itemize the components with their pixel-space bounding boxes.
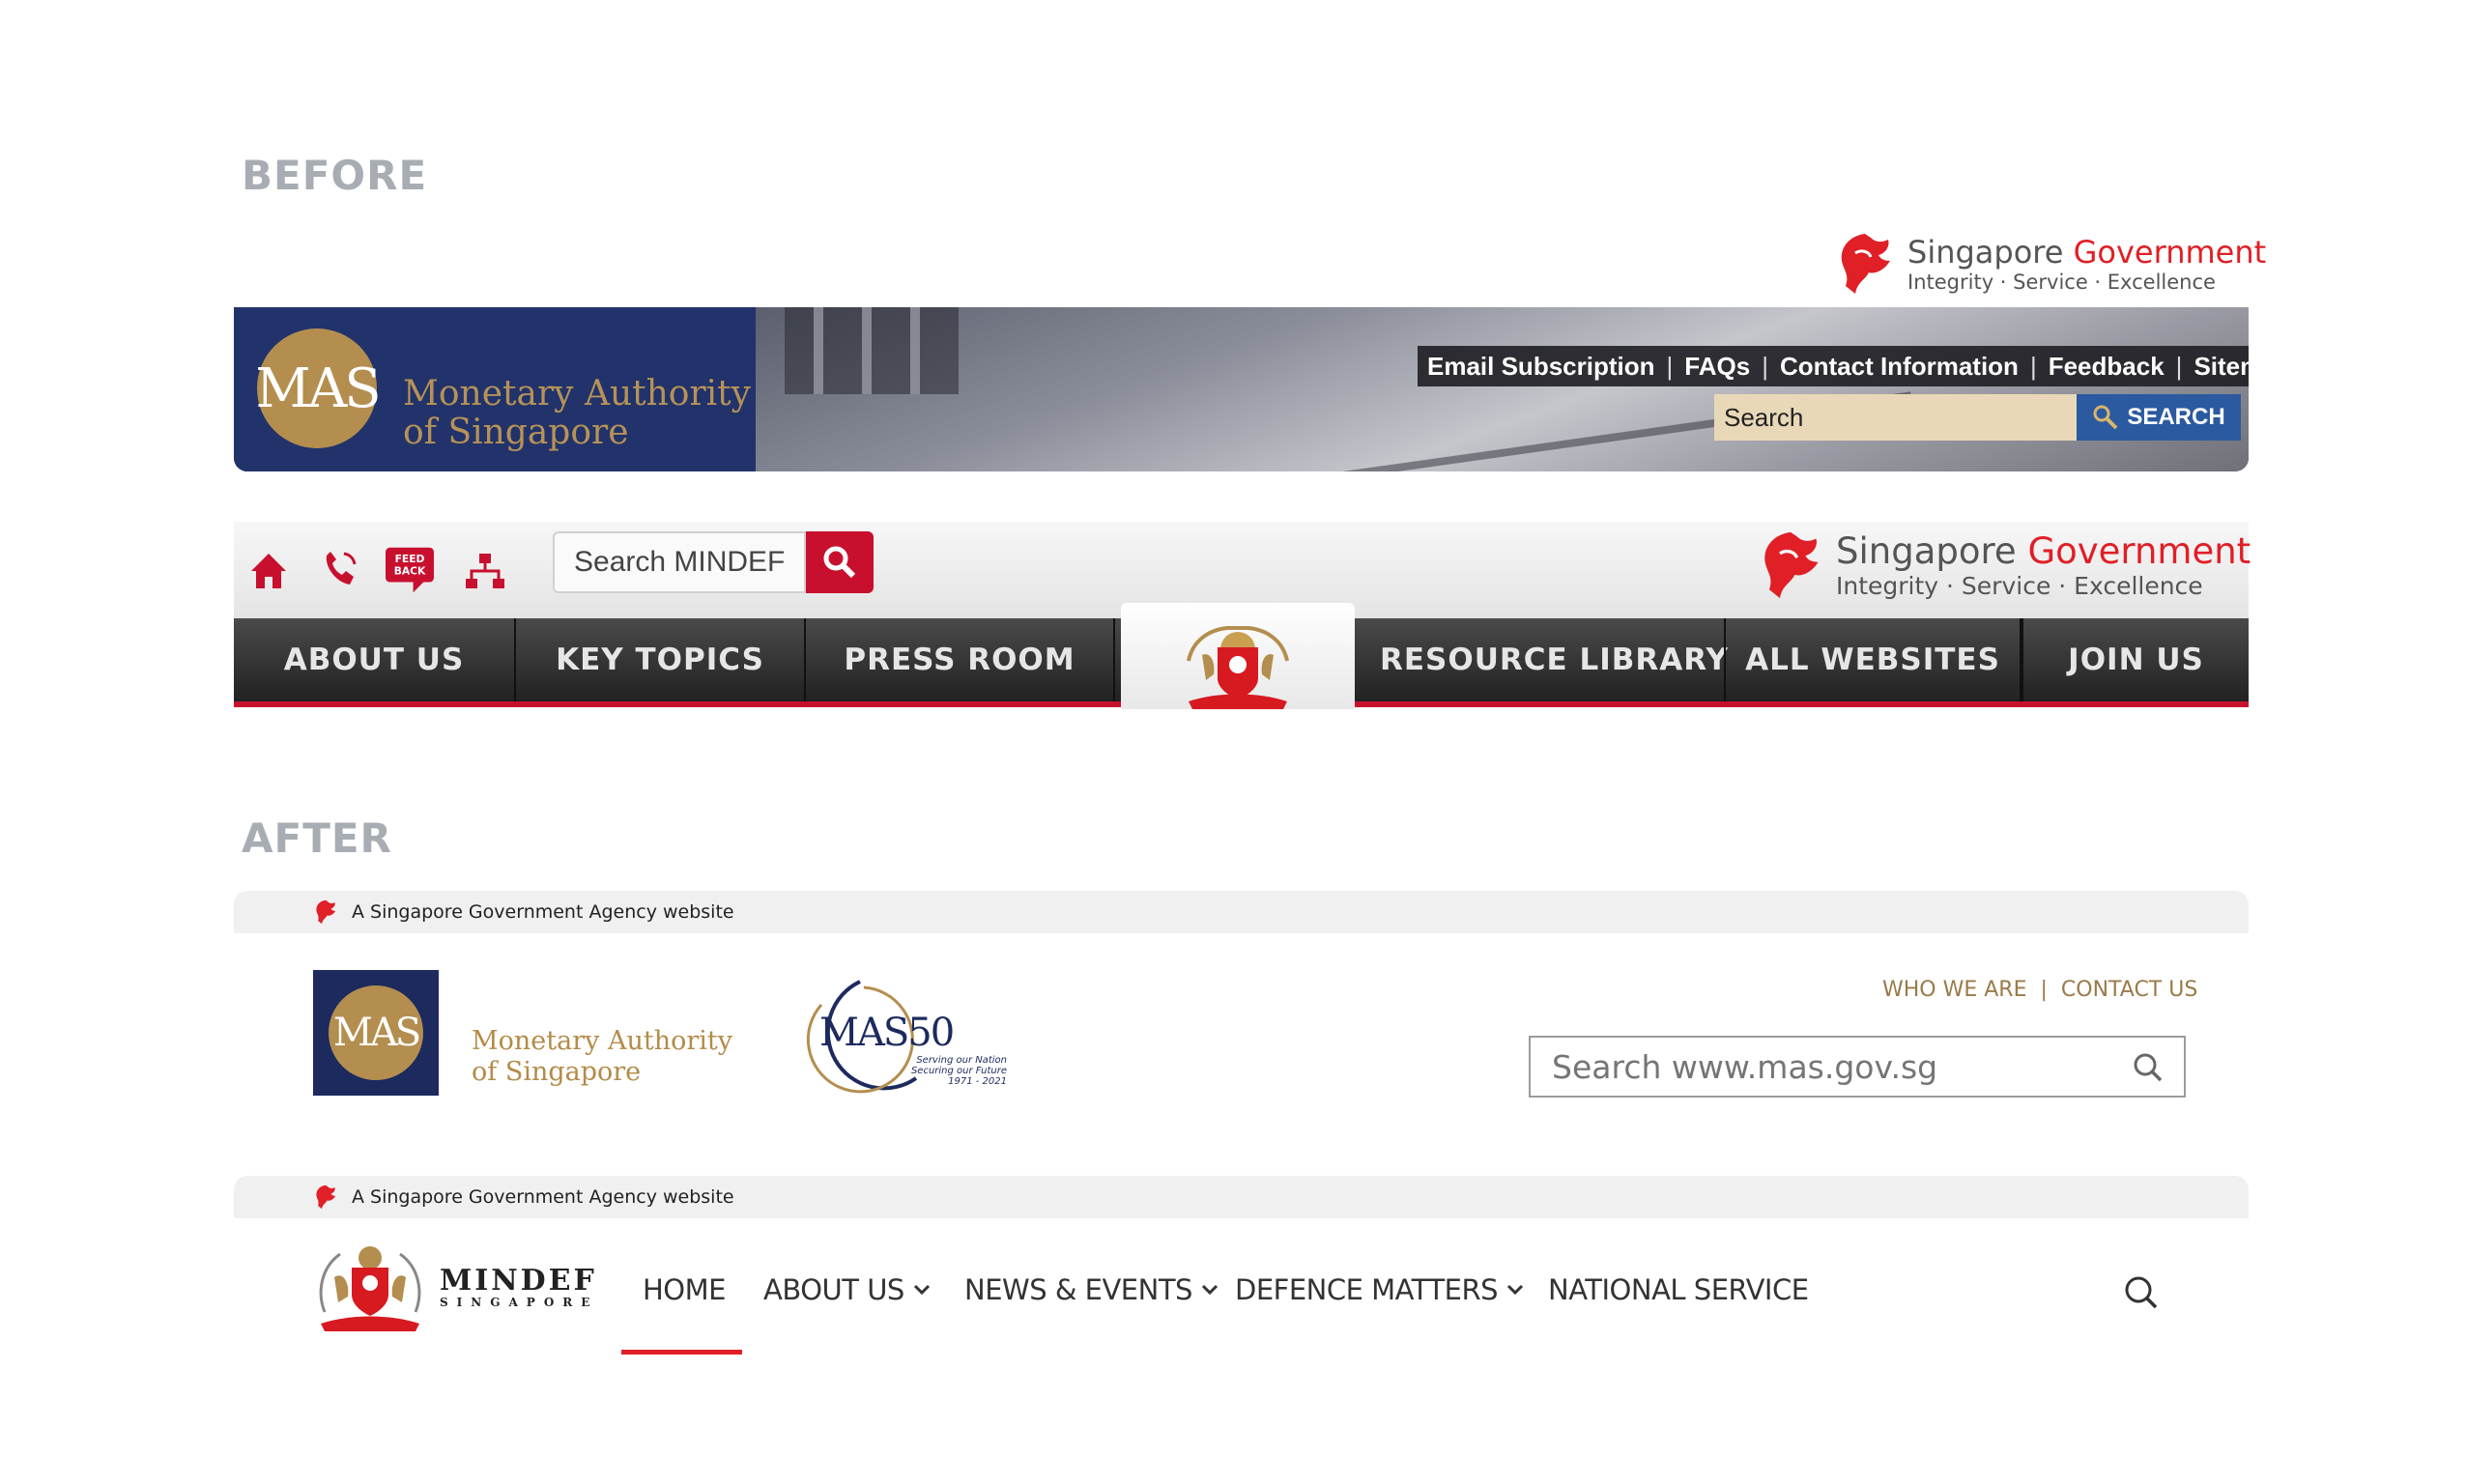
chevron-down-icon	[1201, 1284, 1219, 1296]
svg-text:BACK: BACK	[394, 564, 426, 577]
sitemap-icon[interactable]	[462, 546, 508, 594]
merlion-lion-icon	[316, 899, 336, 925]
nav-key-topics[interactable]: KEY TOPICS	[516, 618, 806, 701]
masthead-text: A Singapore Government Agency website	[352, 1186, 734, 1208]
nav-press-room[interactable]: PRESS ROOM	[806, 618, 1115, 701]
gov-masthead: A Singapore Government Agency website	[234, 891, 2249, 933]
search-icon[interactable]	[2122, 1273, 2161, 1312]
feedback-icon[interactable]: FEED BACK	[381, 546, 439, 594]
search-icon	[2093, 405, 2118, 430]
mas50-line1: Serving our Nation	[916, 1055, 1007, 1066]
mas50-anniversary-logo: MAS50 Serving our Nation Securing our Fu…	[792, 974, 1015, 1099]
phone-icon[interactable]	[319, 546, 361, 594]
masthead-text: A Singapore Government Agency website	[352, 901, 734, 923]
nav-national-service[interactable]: NATIONAL SERVICE	[1548, 1273, 1809, 1306]
nav-join-us[interactable]: JOIN US	[2022, 618, 2249, 701]
nav-about-us[interactable]: ABOUT US	[763, 1273, 932, 1306]
singapore-government-logo[interactable]: Singapore Government Integrity · Service…	[1836, 232, 2266, 296]
mas-new-utility-links: WHO WE ARE | CONTACT US	[1882, 978, 2198, 1002]
singapore-coat-of-arms-icon	[319, 1246, 421, 1331]
search-icon	[823, 546, 856, 579]
mindef-wordmark[interactable]: MINDEF SINGAPORE	[440, 1264, 598, 1309]
nav-about-us[interactable]: ABOUT US	[234, 618, 516, 701]
mas-old-utility-links: Email Subscription | FAQs | Contact Inform…	[1418, 346, 2249, 386]
mas50-title: MAS50	[819, 1011, 955, 1055]
nav-all-websites[interactable]: ALL WEBSITES	[1724, 618, 2022, 701]
svg-text:FEED: FEED	[395, 553, 425, 565]
link-who-we-are[interactable]: WHO WE ARE	[1882, 978, 2027, 1002]
mas-new-search-box	[1529, 1036, 2186, 1098]
before-label: BEFORE	[242, 152, 428, 199]
mas-building-photo	[756, 307, 2249, 471]
mas-seal[interactable]: MAS	[255, 328, 382, 448]
mas-old-header: MAS Monetary Authority of Singapore Emai…	[234, 307, 2249, 471]
merlion-lion-icon	[316, 1184, 336, 1210]
merlion-lion-icon	[1841, 234, 1890, 294]
gov-masthead: A Singapore Government Agency website	[234, 1176, 2249, 1218]
mindef-old-search-input[interactable]	[553, 531, 806, 593]
singapore-government-logo[interactable]: Singapore Government Integrity · Service…	[1759, 528, 2251, 603]
mindef-old-search-button[interactable]	[806, 531, 874, 593]
mas-new-name: Monetary Authority of Singapore	[472, 1026, 732, 1087]
chevron-down-icon	[1507, 1284, 1524, 1296]
home-icon[interactable]	[247, 546, 290, 594]
nav-home[interactable]: HOME	[643, 1273, 726, 1306]
link-contact-us[interactable]: CONTACT US	[2061, 978, 2197, 1002]
link-contact-information[interactable]: Contact Information	[1780, 352, 2019, 382]
mas-old-name: Monetary Authority of Singapore	[403, 374, 751, 452]
mas50-line2: Securing our Future	[910, 1066, 1007, 1076]
mas-seal[interactable]: MAS	[313, 970, 439, 1096]
mas-old-search-input[interactable]	[1714, 394, 2077, 441]
mas50-years: 1971 - 2021	[948, 1076, 1007, 1087]
singapore-coat-of-arms-icon	[1187, 626, 1289, 709]
mindef-old-crest-tab[interactable]	[1121, 603, 1355, 709]
mas-old-search-button[interactable]: SEARCH	[2077, 394, 2241, 441]
mindef-crest-logo[interactable]	[307, 1239, 433, 1335]
mas-old-logo-panel: MAS Monetary Authority of Singapore	[234, 307, 756, 471]
sg-gov-tagline: Integrity · Service · Excellence	[1907, 271, 2216, 294]
chevron-down-icon	[913, 1284, 930, 1296]
mindef-old-header: FEED BACK Singapore Government Int	[234, 522, 2251, 709]
link-feedback[interactable]: Feedback	[2049, 352, 2165, 382]
link-sitemap[interactable]: Sitemap	[2194, 352, 2249, 382]
nav-defence-matters[interactable]: DEFENCE MATTERS	[1235, 1273, 1525, 1306]
link-email-subscription[interactable]: Email Subscription	[1427, 352, 1655, 382]
after-label: AFTER	[242, 814, 392, 862]
search-icon[interactable]	[2132, 1051, 2165, 1084]
sg-gov-word1: Singapore	[1907, 234, 2064, 271]
mas-new-search-input[interactable]	[1531, 1038, 2110, 1096]
nav-news-events[interactable]: NEWS & EVENTS	[964, 1273, 1219, 1306]
merlion-lion-icon	[1764, 531, 1819, 599]
active-nav-indicator	[621, 1350, 742, 1355]
sg-gov-word2: Government	[2073, 234, 2267, 271]
link-faqs[interactable]: FAQs	[1684, 352, 1750, 382]
